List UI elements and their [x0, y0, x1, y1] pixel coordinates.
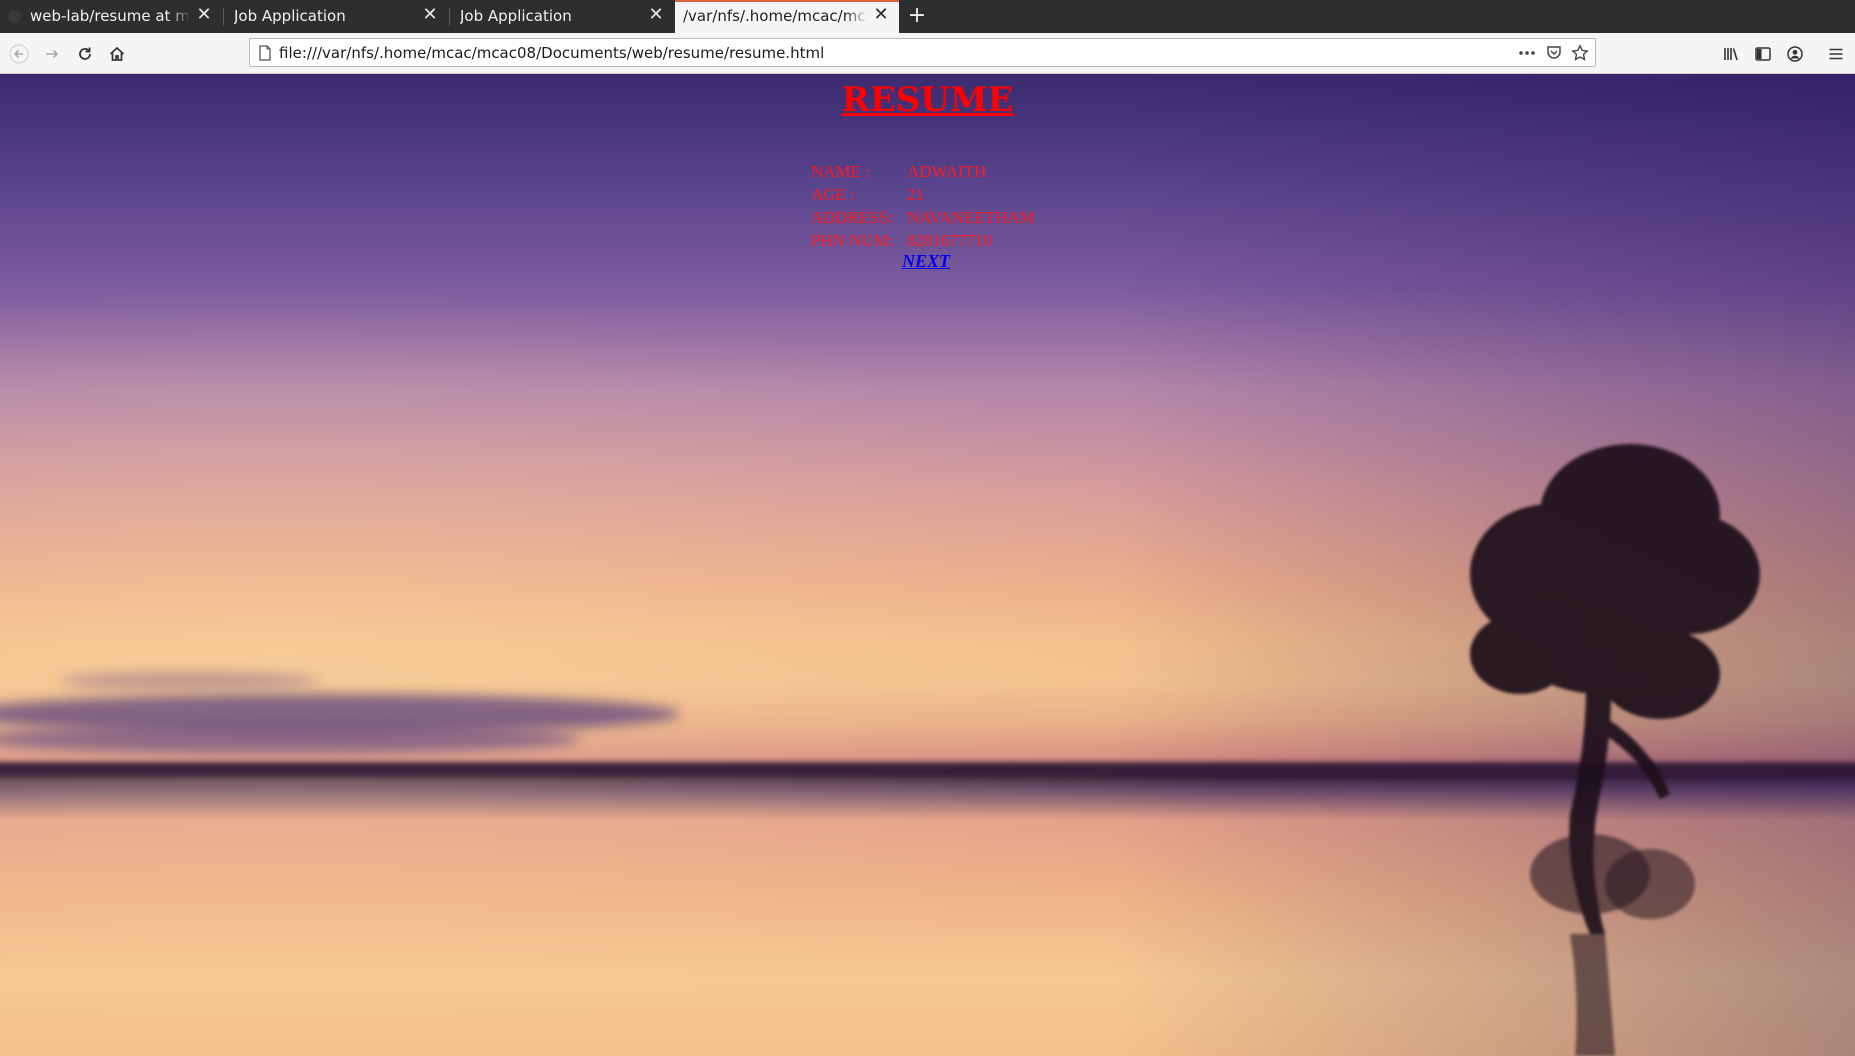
new-tab-button[interactable]: +: [905, 3, 929, 29]
table-row: ADDRESS: NAVANEETHAM: [811, 206, 1039, 229]
tab-web-lab[interactable]: web-lab/resume at main ✕: [0, 0, 222, 33]
more-icon[interactable]: [1518, 50, 1536, 56]
library-button[interactable]: [1719, 42, 1743, 66]
navigation-bar: file:///var/nfs/.home/mcac/mcac08/Docume…: [0, 33, 1855, 74]
tab-title: web-lab/resume at main: [30, 7, 188, 25]
url-bar[interactable]: file:///var/nfs/.home/mcac/mcac08/Docume…: [249, 38, 1596, 67]
tab-resume-active[interactable]: /var/nfs/.home/mcac/mcac08/ ✕: [675, 0, 899, 35]
phone-label: PHN NUM:: [811, 231, 894, 250]
back-button[interactable]: [7, 42, 31, 66]
close-icon[interactable]: ✕: [194, 5, 214, 25]
age-value: 21: [907, 185, 924, 204]
background-cloud: [0, 724, 580, 754]
reload-icon: [79, 47, 91, 60]
github-icon: [8, 10, 21, 23]
sidebar-button[interactable]: [1751, 42, 1775, 66]
close-icon[interactable]: ✕: [420, 5, 440, 25]
name-label: NAME :: [811, 162, 871, 181]
bookmark-star-icon[interactable]: [1571, 44, 1589, 62]
menu-button[interactable]: [1824, 42, 1848, 66]
name-value: ADWAITH: [907, 162, 987, 181]
table-row: NAME : ADWAITH: [811, 160, 1039, 183]
background-cloud: [60, 672, 320, 690]
tab-bar: web-lab/resume at main ✕ Job Application…: [0, 0, 1855, 35]
tab-fade: [845, 2, 869, 35]
library-icon: [1724, 48, 1738, 61]
url-text: file:///var/nfs/.home/mcac/mcac08/Docume…: [279, 44, 825, 62]
page-viewport: RESUME NAME : ADWAITH AGE : 21 ADDRESS: …: [0, 74, 1855, 1056]
next-link[interactable]: NEXT: [902, 251, 950, 272]
forward-button[interactable]: [40, 42, 64, 66]
phone-value: 8281677710: [907, 231, 992, 250]
page-title: RESUME: [841, 80, 1014, 120]
forward-icon: [46, 49, 59, 59]
tab-job-application-1[interactable]: Job Application ✕: [224, 0, 448, 33]
back-icon: [9, 44, 29, 64]
pocket-icon[interactable]: [1546, 45, 1562, 61]
tab-job-application-2[interactable]: Job Application ✕: [450, 0, 674, 33]
close-icon[interactable]: ✕: [871, 5, 891, 25]
tree-silhouette: [1470, 444, 1760, 1056]
home-icon: [109, 46, 125, 61]
page-icon: [259, 45, 271, 61]
close-icon[interactable]: ✕: [646, 5, 666, 25]
address-label: ADDRESS:: [811, 208, 894, 227]
sidebar-icon: [1755, 47, 1771, 61]
home-button[interactable]: [105, 42, 129, 66]
table-row: PHN NUM: 8281677710: [811, 229, 1039, 252]
reload-button[interactable]: [73, 42, 97, 66]
tab-fade: [168, 0, 192, 33]
table-row: AGE : 21: [811, 183, 1039, 206]
menu-icon: [1829, 48, 1843, 60]
account-icon: [1787, 46, 1803, 62]
resume-info-table: NAME : ADWAITH AGE : 21 ADDRESS: NAVANEE…: [811, 160, 1039, 252]
address-value: NAVANEETHAM: [907, 208, 1035, 227]
tab-title: Job Application: [460, 7, 572, 25]
age-label: AGE :: [811, 185, 855, 204]
tab-title: /var/nfs/.home/mcac/mcac08/: [683, 7, 867, 25]
account-button[interactable]: [1783, 42, 1807, 66]
tab-title: Job Application: [234, 7, 346, 25]
